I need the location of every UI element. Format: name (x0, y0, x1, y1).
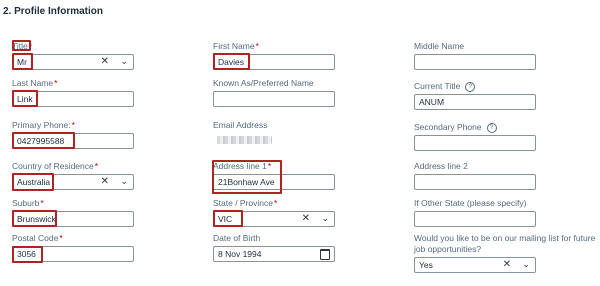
annotation-box-postal-code (12, 246, 43, 263)
clear-icon[interactable]: ✕ (101, 175, 109, 189)
mailing-list-select[interactable]: Yes ✕ ⌄ (414, 257, 536, 273)
known-as-label: Known As/Preferred Name (213, 78, 314, 88)
dob-field: Date of Birth 8 Nov 1994 (213, 233, 335, 262)
known-as-field: Known As/Preferred Name (213, 78, 335, 107)
mailing-value: Yes (419, 260, 433, 270)
dob-value: 8 Nov 1994 (218, 249, 262, 259)
annotation-box-title-label (12, 40, 31, 51)
dob-label: Date of Birth (213, 233, 261, 243)
secondary-phone-label: Secondary Phone (414, 122, 482, 132)
country-label: Country of Residence (12, 161, 94, 171)
annotation-box-country (12, 173, 54, 191)
other-state-field: If Other State (please specify) (414, 198, 536, 227)
annotation-box-title (12, 53, 33, 70)
required-icon: * (54, 78, 58, 88)
address2-input[interactable] (414, 174, 536, 190)
annotation-box-first-name (213, 53, 250, 70)
current-title-label: Current Title (414, 81, 461, 91)
chevron-down-icon[interactable]: ⌄ (120, 54, 128, 68)
address2-field: Address line 2 (414, 161, 536, 190)
required-icon: * (94, 161, 99, 171)
section-title: 2. Profile Information (3, 6, 104, 17)
chevron-down-icon[interactable]: ⌄ (120, 174, 128, 188)
email-label: Email Address (213, 120, 268, 130)
clear-icon[interactable]: ✕ (503, 258, 511, 272)
mailing-label-line2: job opportunities? (414, 244, 482, 254)
annotation-box-address1 (212, 160, 282, 194)
required-icon: * (255, 41, 259, 51)
chevron-down-icon[interactable]: ⌄ (321, 211, 329, 225)
calendar-icon[interactable] (320, 249, 330, 260)
middle-name-field: Middle Name (414, 41, 536, 70)
middle-name-input[interactable] (414, 54, 536, 70)
required-icon: * (59, 233, 63, 243)
mailing-label-line1: Would you like to be on our mailing list… (414, 233, 596, 243)
current-title-field: Current Title? ANUM (414, 81, 536, 110)
primary-phone-label: Primary Phone: (12, 120, 71, 130)
known-as-input[interactable] (213, 91, 335, 107)
other-state-input[interactable] (414, 211, 536, 227)
required-icon: * (71, 120, 75, 130)
current-title-value: ANUM (419, 97, 445, 107)
state-label: State / Province (213, 198, 274, 208)
other-state-label: If Other State (please specify) (414, 198, 527, 208)
address2-label: Address line 2 (414, 161, 468, 171)
chevron-down-icon[interactable]: ⌄ (522, 257, 530, 271)
dob-input[interactable]: 8 Nov 1994 (213, 246, 335, 262)
mailing-list-field: Would you like to be on our mailing list… (414, 233, 600, 273)
middle-name-label: Middle Name (414, 41, 465, 51)
annotation-box-state (213, 210, 243, 227)
required-icon: * (274, 198, 278, 208)
last-name-label: Last Name (12, 78, 54, 88)
required-icon: * (40, 198, 44, 208)
help-icon[interactable]: ? (465, 81, 476, 92)
current-title-input[interactable]: ANUM (414, 94, 536, 110)
annotation-box-last-name (12, 90, 38, 107)
annotation-box-primary-phone (12, 132, 75, 149)
first-name-label: First Name (213, 41, 255, 51)
help-icon[interactable]: ? (486, 122, 497, 133)
secondary-phone-field: Secondary Phone? (414, 122, 536, 151)
postal-code-label: Postal Code (12, 233, 59, 243)
suburb-label: Suburb (12, 198, 40, 208)
email-field: Email Address (213, 120, 335, 147)
annotation-box-suburb (12, 210, 57, 227)
secondary-phone-input[interactable] (414, 135, 536, 151)
clear-icon[interactable]: ✕ (302, 212, 310, 226)
email-redacted (213, 133, 335, 147)
clear-icon[interactable]: ✕ (101, 55, 109, 69)
